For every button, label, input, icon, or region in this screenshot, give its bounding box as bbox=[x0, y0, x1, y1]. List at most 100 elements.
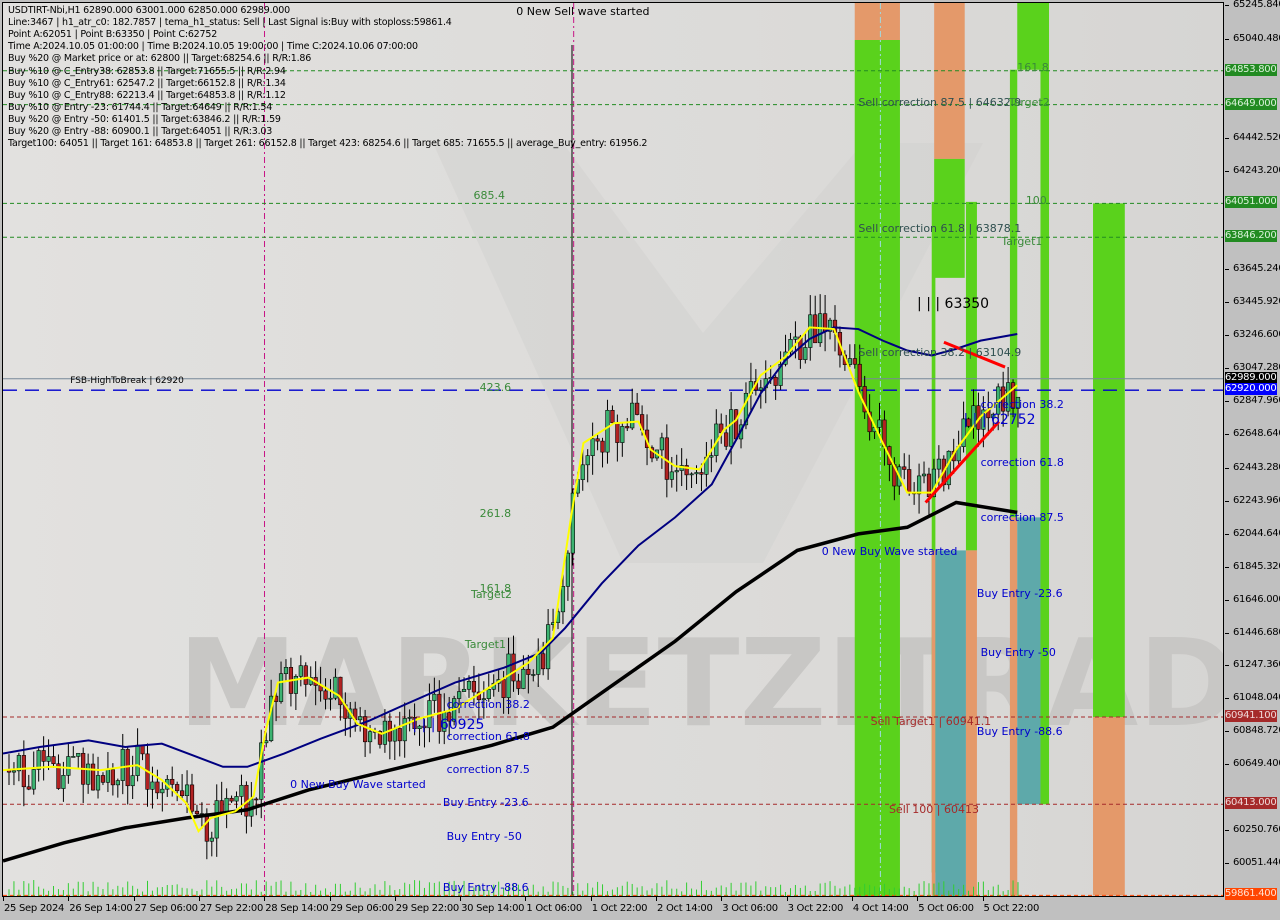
chart-annotation: Target1 bbox=[464, 637, 506, 651]
symbol-header: USDTIRT-Nbi,H1 62890.000 63001.000 62850… bbox=[8, 5, 290, 16]
candle-body bbox=[239, 784, 244, 797]
chart-annotation: correction 87.5 bbox=[980, 510, 1064, 524]
price-tick-label: 64442.520 bbox=[1233, 131, 1280, 143]
time-tick-mark bbox=[786, 897, 788, 901]
price-tick-label: 60250.760 bbox=[1233, 824, 1280, 836]
candle-body bbox=[461, 688, 467, 692]
price-level-label: 64853.800 bbox=[1225, 63, 1277, 76]
time-tick-mark bbox=[198, 897, 200, 901]
candle-body bbox=[61, 775, 66, 789]
candle-body bbox=[219, 800, 224, 813]
candle-body bbox=[630, 402, 635, 429]
chart-annotation: Sell correction 61.8 | 63878.1 bbox=[858, 221, 1022, 235]
price-tick-mark bbox=[1225, 401, 1229, 403]
price-level-label: 62920.000 bbox=[1225, 383, 1277, 396]
candle-body bbox=[511, 653, 516, 682]
chart-annotation: 100 bbox=[1025, 193, 1047, 207]
price-tick-label: 62847.960 bbox=[1233, 395, 1280, 407]
time-tick-label: 29 Sep 22:00 bbox=[395, 903, 459, 914]
info-line: Buy %10 @ C_Entry38: 62853.8 || Target:7… bbox=[8, 65, 286, 77]
price-axis[interactable]: 65245.840 65040.480 64442.520 64243.200 6364… bbox=[1225, 0, 1280, 901]
chart-annotation: Sell Target1 | 60941.1 bbox=[870, 714, 992, 728]
candle-body bbox=[407, 717, 412, 719]
candle-body bbox=[86, 763, 91, 785]
candle-body bbox=[580, 464, 585, 480]
price-tick-label: 62044.640 bbox=[1233, 527, 1280, 539]
candle-body bbox=[363, 716, 368, 743]
time-tick-label: 5 Oct 22:00 bbox=[983, 903, 1040, 914]
candle-body bbox=[120, 749, 125, 781]
candle-body bbox=[229, 797, 234, 802]
candle-body bbox=[902, 466, 907, 470]
candle-body bbox=[11, 770, 17, 773]
candle-body bbox=[729, 409, 734, 447]
price-tick-mark bbox=[1225, 335, 1229, 337]
price-level-label: 63846.200 bbox=[1225, 230, 1277, 243]
price-level-label: 64051.000 bbox=[1225, 196, 1277, 209]
price-tick-mark bbox=[1225, 698, 1229, 700]
candle-body bbox=[615, 422, 620, 443]
candle-body bbox=[921, 473, 927, 477]
candle-body bbox=[397, 728, 402, 742]
time-tick-label: 28 Sep 14:00 bbox=[265, 903, 329, 914]
candle-body bbox=[526, 668, 531, 675]
info-line: Buy %20 @ Entry -50: 61401.5 || Target:6… bbox=[8, 113, 281, 125]
price-tick-label: 63645.240 bbox=[1233, 263, 1280, 275]
candle-body bbox=[877, 419, 882, 428]
info-line: Buy %20 @ Market price or at: 62800 || T… bbox=[8, 53, 312, 65]
price-tick-mark bbox=[1225, 38, 1229, 40]
time-tick-label: 3 Oct 06:00 bbox=[722, 903, 778, 914]
time-tick-mark bbox=[982, 897, 984, 901]
chart-annotation: correction 61.8 bbox=[446, 730, 530, 744]
price-tick-mark bbox=[1225, 170, 1229, 172]
candle-body bbox=[130, 775, 135, 787]
price-tick-label: 63246.600 bbox=[1233, 329, 1280, 341]
candle-body bbox=[536, 653, 541, 675]
candle-body bbox=[204, 813, 209, 842]
green-zone bbox=[934, 158, 965, 278]
time-tick-label: 4 Oct 14:00 bbox=[852, 903, 909, 914]
price-tick-mark bbox=[1225, 764, 1229, 766]
time-tick-label: 5 Oct 06:00 bbox=[918, 903, 974, 914]
chart-annotation: 0 New Buy Wave started bbox=[290, 778, 426, 792]
candle-body bbox=[709, 455, 714, 458]
candle-body bbox=[565, 552, 571, 587]
candle-body bbox=[41, 750, 46, 762]
chart-annotation: Sell correction 87.5 | 64632.9 bbox=[858, 96, 1022, 110]
chart-annotation: Sell correction 38.2 | 63104.9 bbox=[858, 345, 1022, 359]
green-zone bbox=[965, 201, 977, 551]
candle-body bbox=[516, 680, 521, 689]
candle-body bbox=[733, 409, 739, 440]
candle-body bbox=[724, 432, 729, 447]
price-level-label: 62989.000 bbox=[1225, 371, 1277, 384]
time-tick-label: 1 Oct 22:00 bbox=[591, 903, 648, 914]
candle-body bbox=[323, 690, 328, 700]
green-zone bbox=[1017, 3, 1050, 70]
candle-body bbox=[659, 437, 664, 451]
price-tick-label: 62243.960 bbox=[1233, 494, 1280, 506]
price-tick-mark bbox=[1225, 863, 1229, 864]
chart-annotation: 0 New Sell wave started bbox=[516, 5, 650, 19]
candle-body bbox=[471, 680, 477, 693]
price-tick-label: 62648.640 bbox=[1233, 428, 1280, 439]
candle-body bbox=[209, 837, 214, 842]
time-axis[interactable]: 25 Sep 2024 26 Sep 14:00 27 Sep 06:00 27 Se… bbox=[0, 897, 1225, 920]
price-level-label: 60413.000 bbox=[1225, 797, 1277, 810]
chart-annotation: 0 New Buy Wave started bbox=[821, 545, 958, 559]
info-line: Time A:2024.10.05 01:00:00 | Time B:2024… bbox=[8, 41, 418, 53]
price-tick-mark bbox=[1225, 368, 1229, 370]
price-tick-label: 61646.000 bbox=[1233, 593, 1280, 605]
candle-body bbox=[689, 473, 694, 476]
chart-annotation: Buy Entry -23.6 bbox=[442, 795, 529, 809]
candle-body bbox=[773, 376, 778, 386]
candle-body bbox=[803, 347, 808, 360]
chart-area[interactable]: MARKETZITRADE USDTIRT-Nbi,H1 62890.000 6… bbox=[2, 2, 1224, 897]
chart-annotation: correction 38.2 bbox=[980, 398, 1064, 412]
candle-body bbox=[674, 470, 679, 473]
price-tick-mark bbox=[1225, 302, 1229, 304]
candle-body bbox=[585, 455, 590, 466]
time-tick-label: 3 Oct 22:00 bbox=[787, 903, 844, 914]
time-tick-mark bbox=[394, 897, 396, 901]
candle-body bbox=[66, 756, 71, 776]
candle-body bbox=[358, 716, 363, 721]
